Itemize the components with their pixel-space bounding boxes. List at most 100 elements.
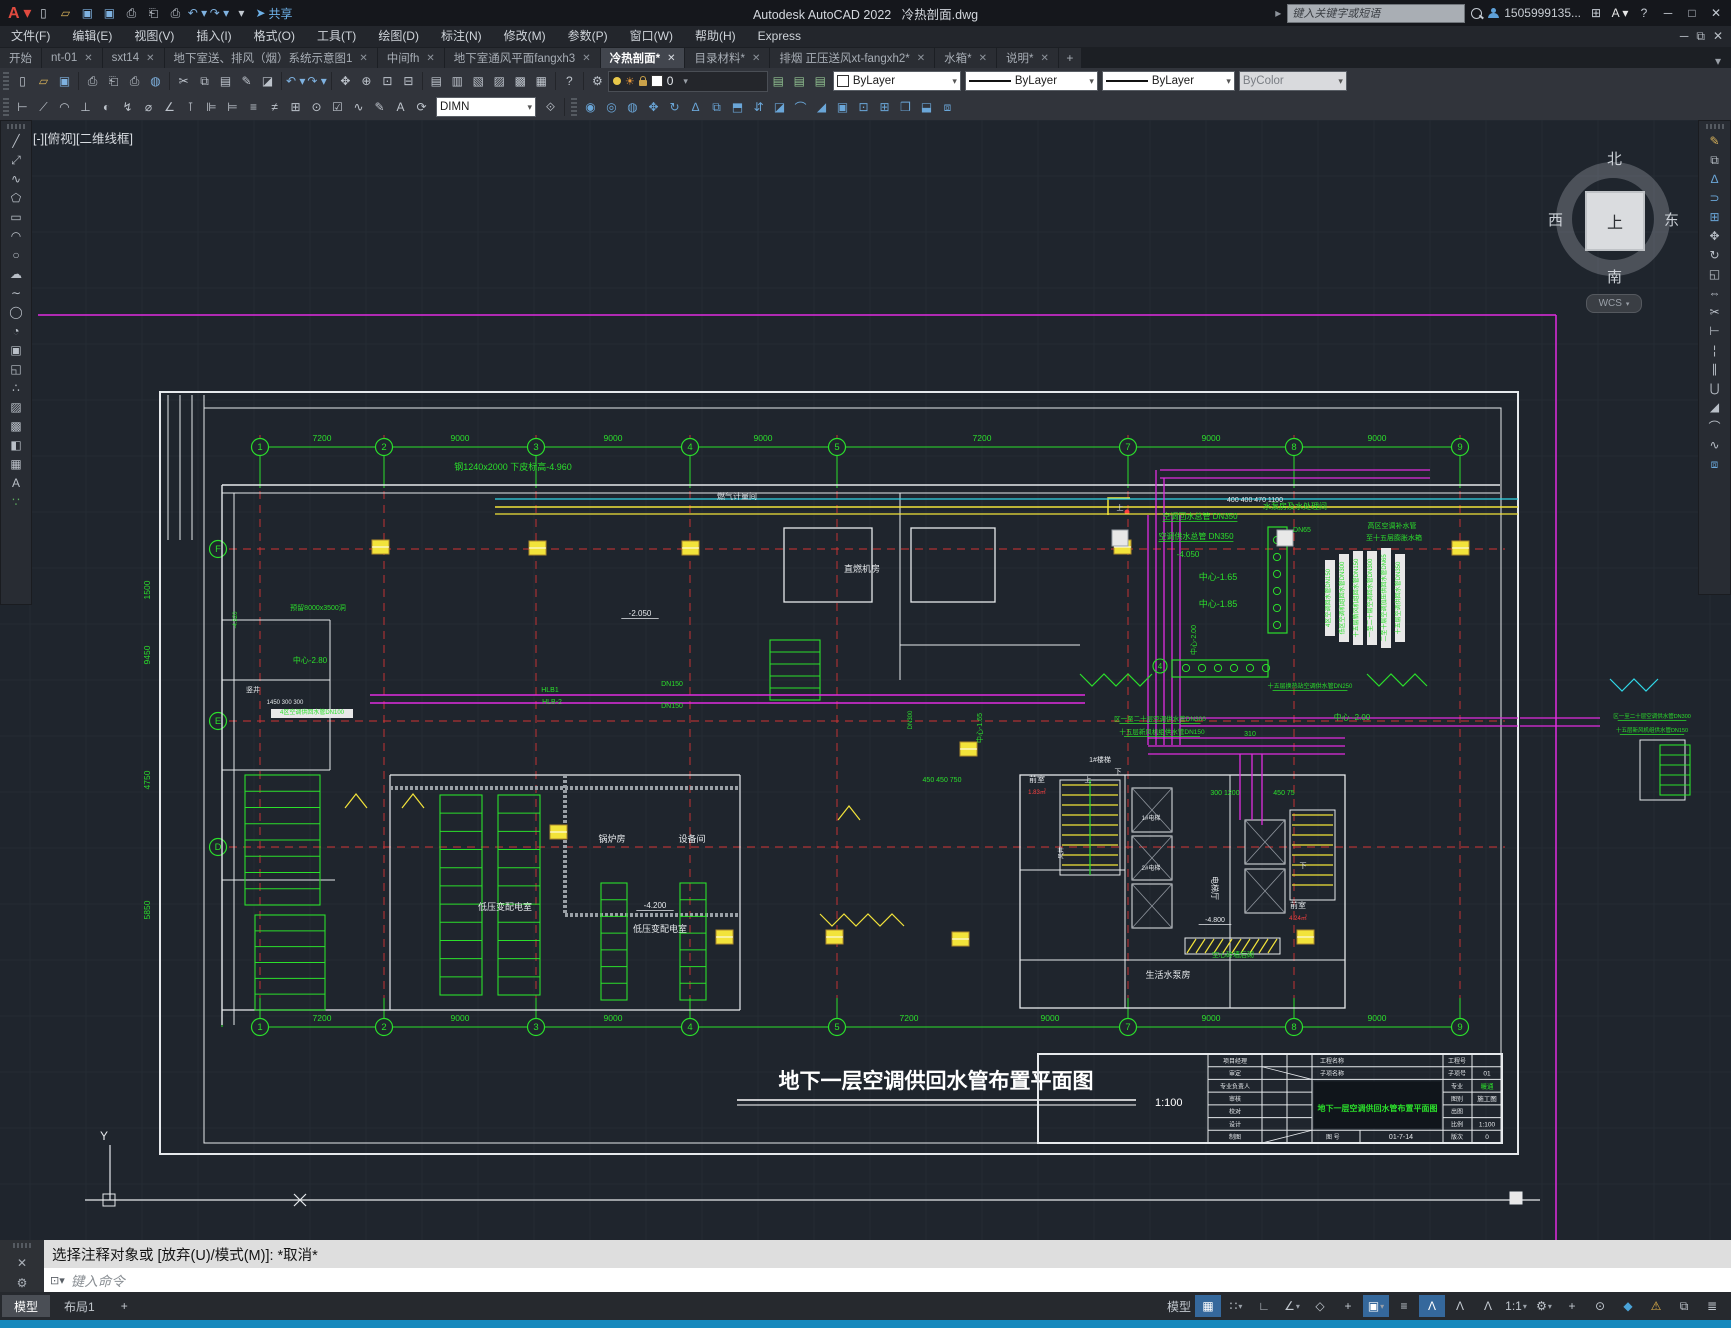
stretch-tool[interactable]: ⇔ xyxy=(1704,284,1726,302)
viewcube-south[interactable]: 南 xyxy=(1607,266,1622,287)
close-tab-icon[interactable]: ✕ xyxy=(426,53,434,64)
menu-10[interactable]: 参数(P) xyxy=(557,26,619,47)
dimension-break-button[interactable]: ≠ xyxy=(264,97,285,118)
document-tab[interactable]: nt-01 ✕ xyxy=(42,48,102,68)
layer-previous-button[interactable]: ▤ xyxy=(789,71,810,92)
fillet-edge-button[interactable]: ⌒ xyxy=(790,97,811,118)
menu-6[interactable]: 工具(T) xyxy=(306,26,367,47)
chevron-down-icon[interactable]: ▾ xyxy=(952,76,957,87)
convert-to-surface-button[interactable]: ⬓ xyxy=(916,97,937,118)
document-tab[interactable]: 开始 xyxy=(0,48,41,68)
undo-button[interactable]: ↶ ▾ xyxy=(285,71,306,92)
document-tab[interactable]: 地下室通风平面fangxh3 ✕ xyxy=(444,48,600,68)
close-tab-icon[interactable]: ✕ xyxy=(752,53,760,64)
toolbar-grip[interactable] xyxy=(7,124,25,129)
construction-line-tool[interactable]: ⤢ xyxy=(5,151,27,169)
arc-length-button[interactable]: ◠ xyxy=(54,97,75,118)
document-tab[interactable]: 排烟 正压送风xt-fangxh2* ✕ xyxy=(770,48,935,68)
doc-minimize-button[interactable]: ─ xyxy=(1680,29,1689,44)
draw-order-tool[interactable]: ∵ xyxy=(5,493,27,511)
autodesk-icon[interactable]: A ▾ xyxy=(1611,6,1629,20)
chamfer-tool[interactable]: ◢ xyxy=(1704,398,1726,416)
layer-on-icon[interactable] xyxy=(612,77,621,85)
hardware-acceleration-button[interactable]: ◆ xyxy=(1615,1295,1641,1317)
print-preview-button[interactable]: ⎗ xyxy=(103,71,124,92)
ordinate-button[interactable]: ⊥ xyxy=(75,97,96,118)
viewcube-east[interactable]: 东 xyxy=(1664,209,1679,230)
chevron-down-icon[interactable]: ▾ xyxy=(1226,76,1231,87)
redo-button[interactable]: ↷ ▾ xyxy=(306,71,327,92)
annotation-visibility-toggle[interactable]: Λ xyxy=(1419,1295,1445,1317)
layout-tab-模型[interactable]: 模型 xyxy=(2,1295,51,1317)
radius-dimension-button[interactable]: ◐ xyxy=(96,97,117,118)
document-tab[interactable]: 冷热剖面* ✕ xyxy=(600,48,685,68)
layer-states-button[interactable]: ▥ xyxy=(447,71,468,92)
layer-control-dropdown[interactable]: ☀ 0 ▾ xyxy=(607,70,768,92)
open-button[interactable]: ▱ xyxy=(33,71,54,92)
line-tool[interactable]: ╱ xyxy=(5,132,27,150)
qnew-button[interactable]: ▯ xyxy=(12,71,33,92)
break-at-point-tool[interactable]: ¦ xyxy=(1704,341,1726,359)
create-block-tool[interactable]: ◱ xyxy=(5,360,27,378)
union-button[interactable]: ◉ xyxy=(580,97,601,118)
annotation-autoscale-toggle[interactable]: Λ xyxy=(1447,1295,1473,1317)
cui-button[interactable]: ⚙ xyxy=(587,71,608,92)
dimension-style-manager-button[interactable]: ⟐ xyxy=(540,97,561,118)
undo-icon[interactable]: ↶ ▾ xyxy=(187,4,207,22)
explode-button[interactable]: ⧈ xyxy=(937,97,958,118)
chevron-down-icon[interactable]: ▾ xyxy=(1338,76,1343,87)
cut-button[interactable]: ✂ xyxy=(173,71,194,92)
layout-tab-布局1[interactable]: 布局1 xyxy=(52,1295,107,1317)
paste-button[interactable]: ▤ xyxy=(215,71,236,92)
linear-dimension-button[interactable]: ⊢ xyxy=(12,97,33,118)
close-tab-icon[interactable]: ✕ xyxy=(667,53,675,64)
extract-edges-button[interactable]: ⊞ xyxy=(874,97,895,118)
viewport-controls[interactable]: [-][俯视][二维线框] xyxy=(33,128,133,147)
trim-tool[interactable]: ✂ xyxy=(1704,303,1726,321)
document-tab[interactable]: sxt14 ✕ xyxy=(102,48,164,68)
dimension-space-button[interactable]: ≡ xyxy=(243,97,264,118)
layer-properties-button[interactable]: ▤ xyxy=(426,71,447,92)
isometric-drafting-toggle[interactable]: ◇ xyxy=(1307,1295,1333,1317)
print-button[interactable]: ⎙ xyxy=(82,71,103,92)
toolbar-grip[interactable] xyxy=(1705,124,1724,129)
zoom-previous-button[interactable]: ⊟ xyxy=(398,71,419,92)
layer-walk-button[interactable]: ▧ xyxy=(468,71,489,92)
viewcube-north[interactable]: 北 xyxy=(1607,148,1622,169)
break-tool[interactable]: ∥ xyxy=(1704,360,1726,378)
crosshair-button[interactable]: + xyxy=(1559,1295,1585,1317)
make-object-layer-current-button[interactable]: ▤ xyxy=(768,71,789,92)
menu-7[interactable]: 绘图(D) xyxy=(367,26,430,47)
minimize-button[interactable]: ─ xyxy=(1659,6,1677,20)
copy-clip-button[interactable]: ⧉ xyxy=(194,71,215,92)
model-space-canvas[interactable]: 1 1 2 2 3 3 4 4 5 5 7 7 8 8 9 9 F E D 7200 9000 9000 9000 7200 9… xyxy=(0,120,1731,1240)
close-tab-icon[interactable]: ✕ xyxy=(1040,53,1048,64)
pan-button[interactable]: ✥ xyxy=(335,71,356,92)
revision-cloud-tool[interactable]: ☁ xyxy=(5,265,27,283)
qnew-icon[interactable]: ▯ xyxy=(33,4,53,22)
graphics-warning-button[interactable]: ⚠ xyxy=(1643,1295,1669,1317)
menu-8[interactable]: 标注(N) xyxy=(430,26,493,47)
move-tool[interactable]: ✥ xyxy=(1704,227,1726,245)
view-cube[interactable]: 北 西 东 南 上 xyxy=(1548,151,1679,286)
chevron-down-icon[interactable]: ▾ xyxy=(1089,76,1094,87)
open-icon[interactable]: ▱ xyxy=(55,4,75,22)
snap-mode-toggle[interactable]: ∷ ▾ xyxy=(1223,1295,1249,1317)
inspect-dimension-button[interactable]: ☑ xyxy=(327,97,348,118)
chevron-down-icon[interactable]: ▾ xyxy=(1296,1302,1300,1311)
scale-tool[interactable]: ◱ xyxy=(1704,265,1726,283)
blend-curves-tool[interactable]: ∿ xyxy=(1704,436,1726,454)
continue-dimension-button[interactable]: ⊨ xyxy=(222,97,243,118)
intersect-button[interactable]: ◍ xyxy=(622,97,643,118)
properties-palette-button[interactable]: ▨ xyxy=(489,71,510,92)
help-button[interactable]: ? xyxy=(559,71,580,92)
offset-tool[interactable]: ⊃ xyxy=(1704,189,1726,207)
ellipse-tool[interactable]: ◯ xyxy=(5,303,27,321)
color-control-dropdown[interactable]: ByLayer ▾ xyxy=(832,71,961,91)
tool-palettes-button[interactable]: ▩ xyxy=(510,71,531,92)
hatch-tool[interactable]: ▨ xyxy=(5,398,27,416)
thicken-button[interactable]: ▣ xyxy=(832,97,853,118)
jogged-dimension-button[interactable]: ↯ xyxy=(117,97,138,118)
ortho-mode-toggle[interactable]: ∟ xyxy=(1251,1295,1277,1317)
close-tab-icon[interactable]: ✕ xyxy=(359,53,367,64)
